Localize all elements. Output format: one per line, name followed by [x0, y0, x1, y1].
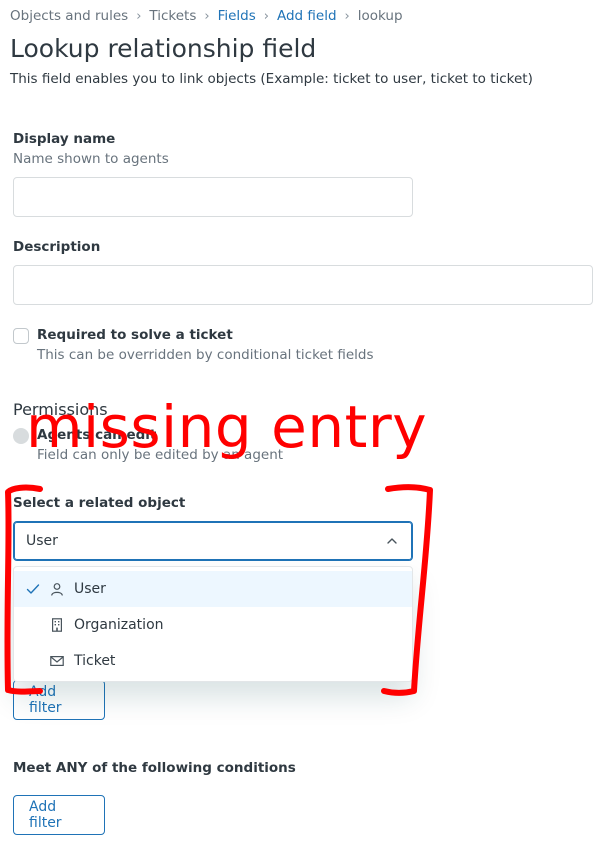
menu-item-label: Organization: [74, 617, 164, 633]
chevron-right-icon: ›: [136, 8, 142, 24]
page-subtitle: This field enables you to link objects (…: [10, 71, 533, 87]
required-checkbox-label[interactable]: Required to solve a ticket: [37, 327, 233, 343]
user-icon: [51, 583, 63, 596]
menu-item-organization[interactable]: Organization: [14, 607, 412, 643]
annotation-text: missing entry: [26, 393, 428, 461]
add-filter-all-button[interactable]: Add filter: [13, 680, 105, 720]
breadcrumb-tickets[interactable]: Tickets: [149, 8, 196, 24]
chevron-right-icon: ›: [204, 8, 210, 24]
related-object-value: User: [26, 533, 58, 549]
related-object-label: Select a related object: [13, 495, 186, 511]
filters-any-title: Meet ANY of the following conditions: [13, 760, 296, 776]
breadcrumb-add-field[interactable]: Add field: [277, 8, 337, 24]
chevron-right-icon: ›: [344, 8, 350, 24]
display-name-hint: Name shown to agents: [13, 151, 169, 167]
page-title: Lookup relationship field: [10, 34, 317, 63]
menu-item-label: Ticket: [74, 653, 116, 669]
chevron-right-icon: ›: [263, 8, 269, 24]
description-input[interactable]: [13, 265, 593, 305]
display-name-label: Display name: [13, 131, 116, 147]
menu-item-label: User: [74, 581, 106, 597]
add-filter-any-button[interactable]: Add filter: [13, 795, 105, 835]
required-checkbox-hint: This can be overridden by conditional ti…: [37, 347, 374, 363]
required-checkbox[interactable]: [13, 328, 29, 344]
chevron-up-icon: [387, 538, 397, 544]
menu-item-ticket[interactable]: Ticket: [14, 643, 412, 679]
related-object-select[interactable]: User: [13, 521, 413, 561]
description-label: Description: [13, 239, 101, 255]
building-icon: [51, 618, 63, 632]
display-name-input[interactable]: [13, 177, 413, 217]
check-icon: [26, 584, 40, 594]
breadcrumb-current: lookup: [357, 8, 403, 24]
breadcrumb-objects-and-rules[interactable]: Objects and rules: [10, 8, 128, 24]
menu-item-user[interactable]: User: [14, 571, 412, 607]
envelope-icon: [50, 655, 64, 667]
breadcrumb: Objects and rules › Tickets › Fields › A…: [10, 7, 403, 25]
breadcrumb-fields[interactable]: Fields: [218, 8, 256, 24]
related-object-menu: User Organization Ticket: [13, 566, 413, 682]
